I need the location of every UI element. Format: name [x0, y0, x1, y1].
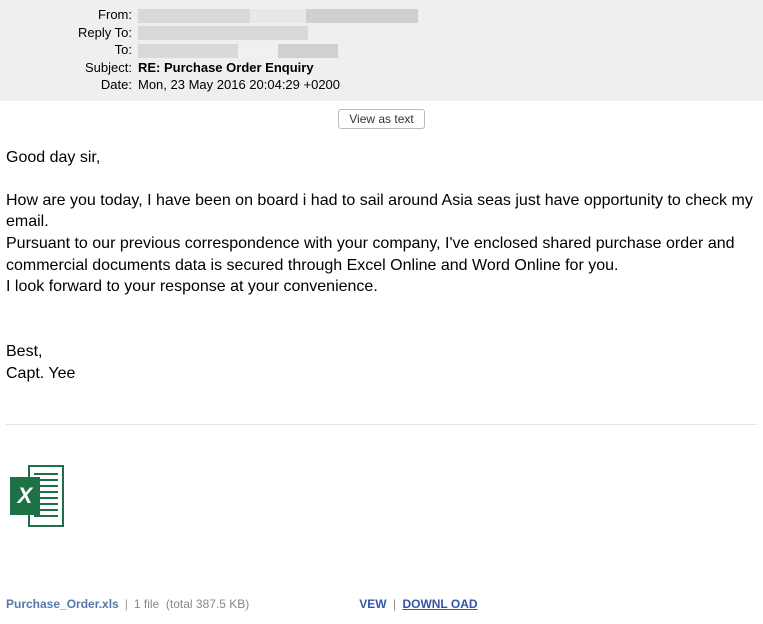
body-greeting: Good day sir,: [6, 147, 757, 169]
attachment-info: Purchase_Order.xls | 1 file (total 387.5…: [0, 537, 763, 621]
view-as-text-container: View as text: [0, 101, 763, 137]
from-label: From:: [0, 7, 138, 22]
date-label: Date:: [0, 77, 138, 92]
reply-to-label: Reply To:: [0, 25, 138, 40]
attachment-file-count: 1 file: [134, 597, 159, 611]
from-value: [138, 7, 763, 23]
body-signature: Capt. Yee: [6, 363, 757, 385]
body-para2: Pursuant to our previous correspondence …: [6, 233, 757, 276]
attachment-file-size: (total 387.5 KB): [166, 597, 249, 611]
email-header: From: Reply To: To: Subject: RE: Purchas…: [0, 0, 763, 101]
attachment-area: X: [0, 435, 763, 537]
body-para1: How are you today, I have been on board …: [6, 190, 757, 233]
subject-label: Subject:: [0, 60, 138, 75]
subject-value: RE: Purchase Order Enquiry: [138, 60, 763, 75]
view-as-text-button[interactable]: View as text: [338, 109, 424, 129]
download-link[interactable]: DOWNL OAD: [402, 597, 477, 611]
email-body: Good day sir, How are you today, I have …: [0, 137, 763, 395]
to-label: To:: [0, 42, 138, 57]
excel-icon[interactable]: X: [10, 465, 64, 527]
reply-to-value: [138, 25, 763, 41]
attachment-sep-1: |: [125, 597, 128, 611]
action-sep: |: [393, 597, 396, 611]
attachment-filename[interactable]: Purchase_Order.xls: [6, 597, 119, 611]
separator: [6, 424, 757, 425]
attachment-actions: VEW | DOWNL OAD: [359, 597, 477, 611]
body-para3: I look forward to your response at your …: [6, 276, 757, 298]
body-closing: Best,: [6, 341, 757, 363]
to-value: [138, 42, 763, 58]
view-link[interactable]: VEW: [359, 597, 386, 611]
date-value: Mon, 23 May 2016 20:04:29 +0200: [138, 77, 763, 92]
